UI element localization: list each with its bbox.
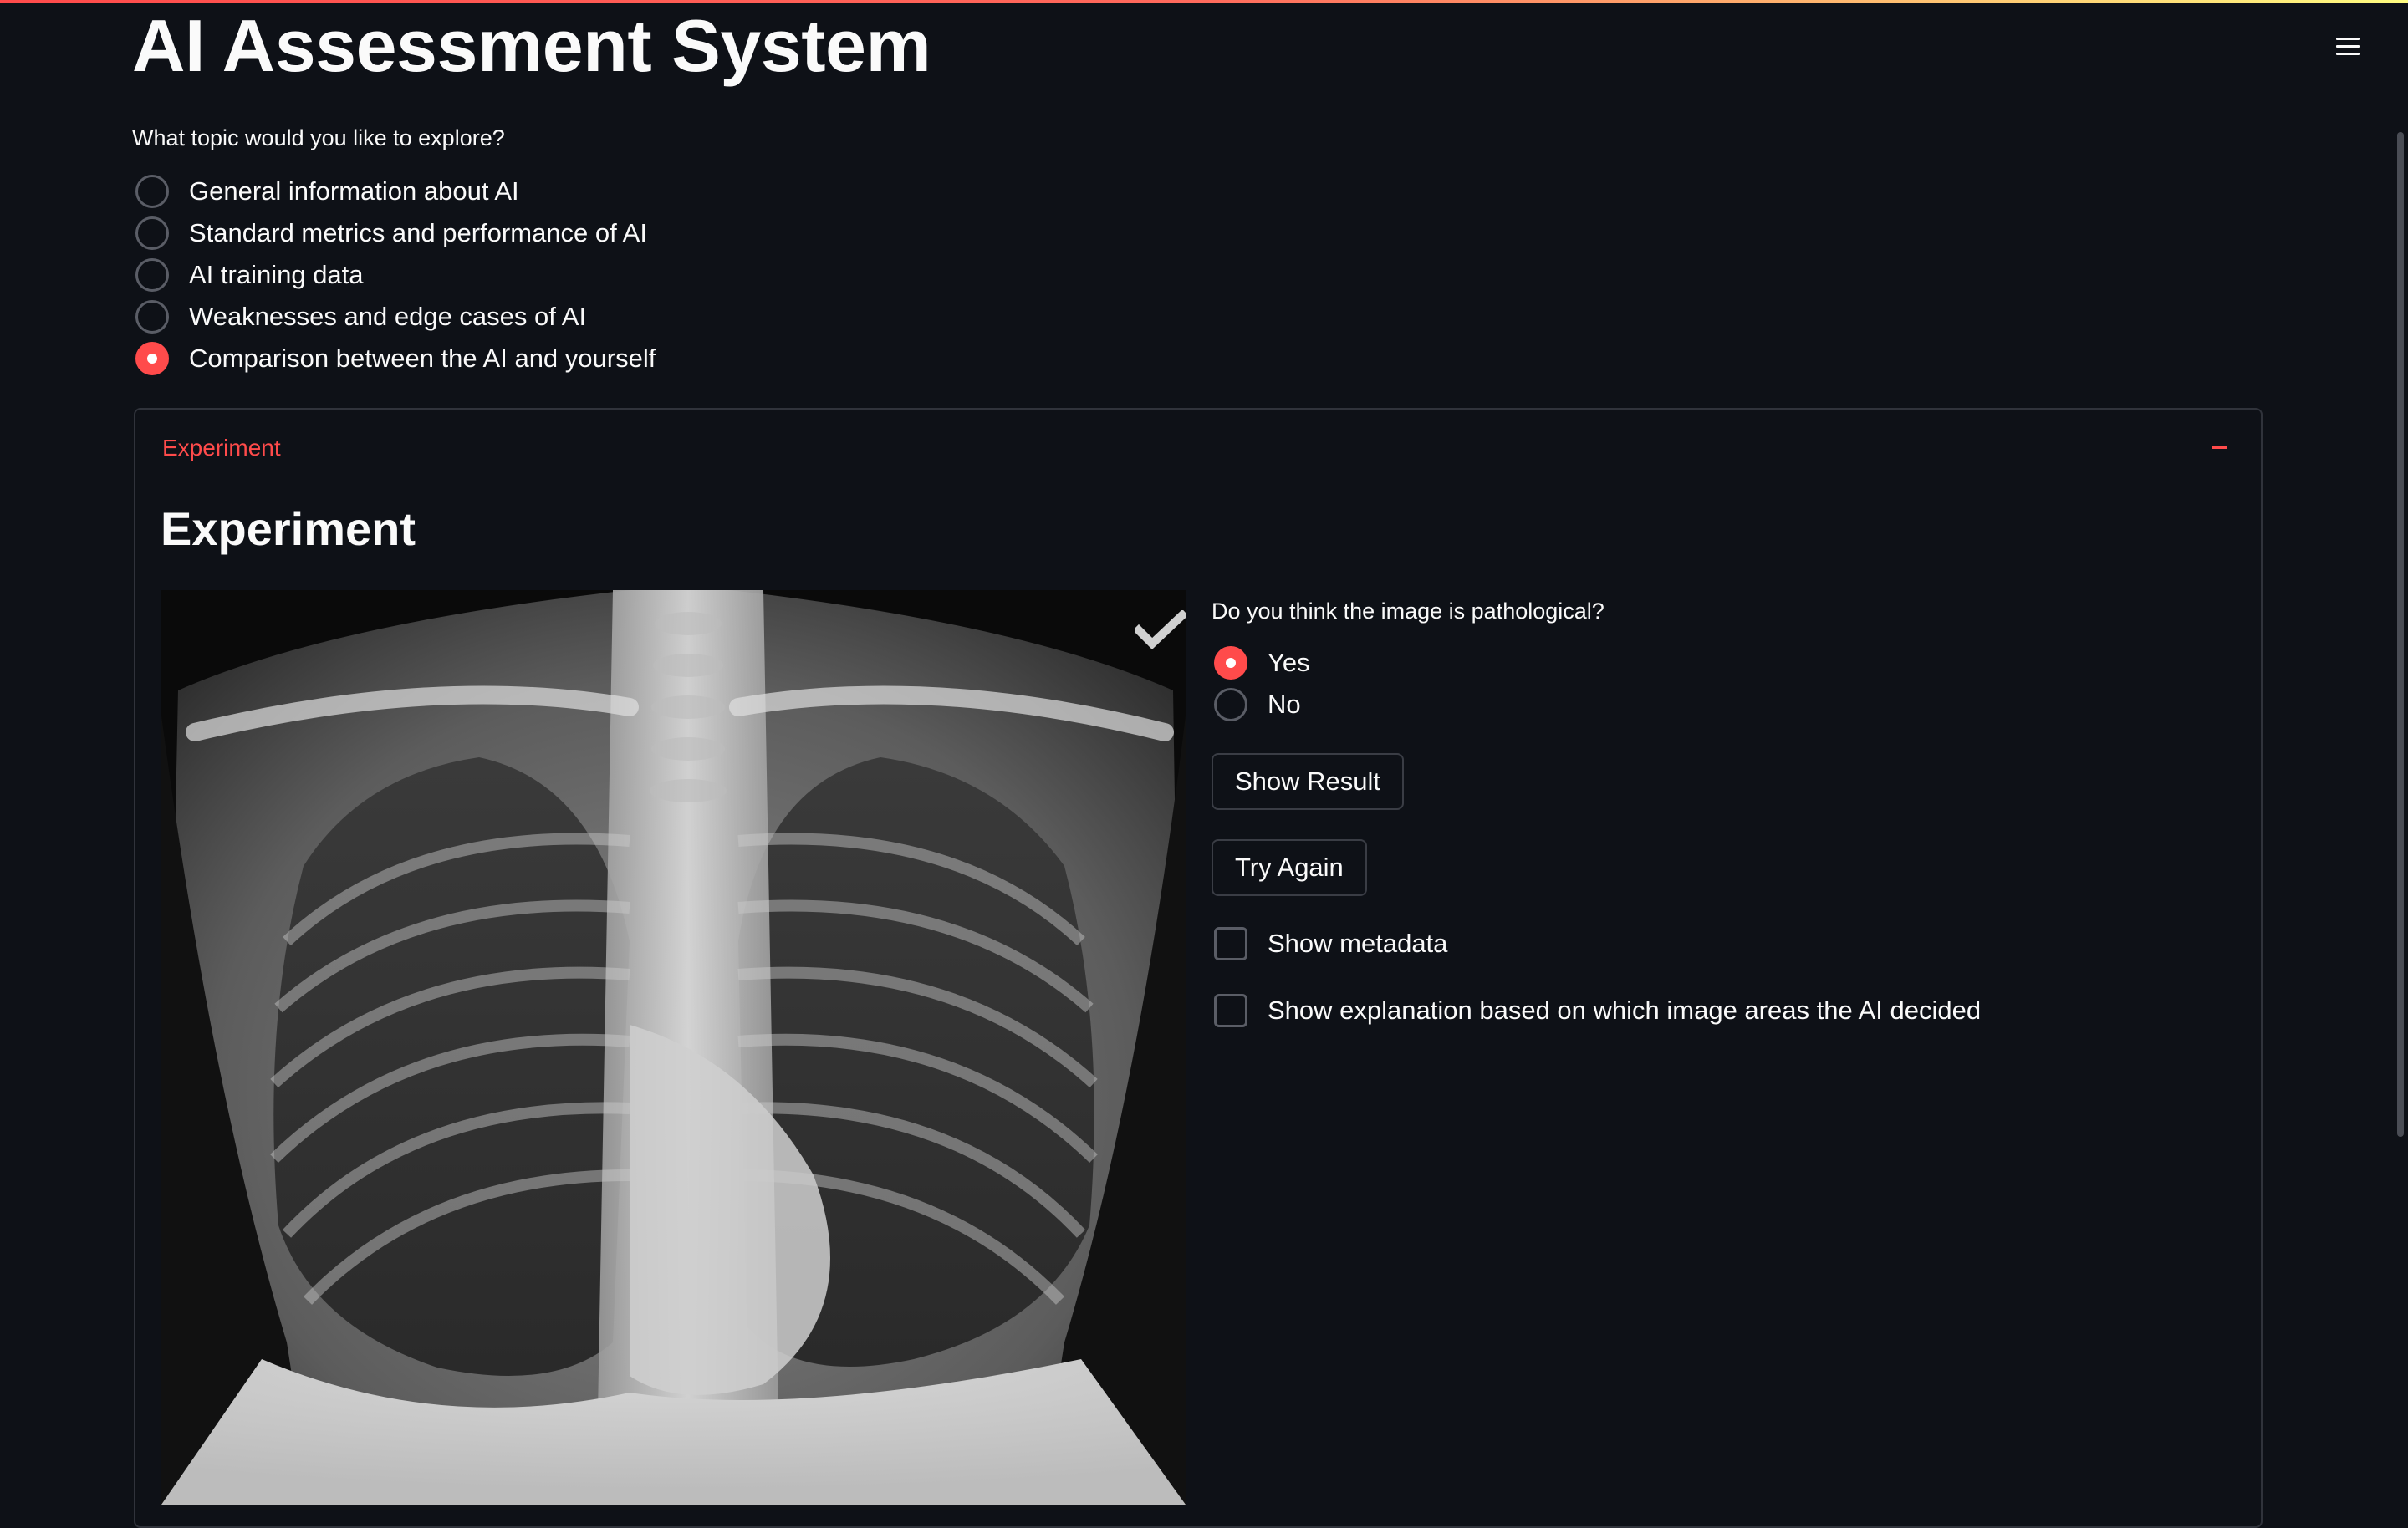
show-result-button[interactable]: Show Result xyxy=(1212,753,1405,810)
expander-header[interactable]: Experiment xyxy=(135,410,2261,488)
radio-option-label: No xyxy=(1268,690,1301,719)
minus-icon[interactable] xyxy=(2212,446,2227,449)
topic-option-metrics[interactable]: Standard metrics and performance of AI xyxy=(135,212,656,254)
radio-button-selected-icon[interactable] xyxy=(1214,646,1247,680)
page-title: AI Assessment System xyxy=(132,4,931,87)
radio-option-label: Yes xyxy=(1268,648,1310,677)
topic-question-label: What topic would you like to explore? xyxy=(132,125,505,150)
chest-xray-drawing xyxy=(161,590,1186,1505)
checkbox-icon[interactable] xyxy=(1214,994,1247,1027)
radio-button-icon[interactable] xyxy=(135,300,169,334)
pathology-question-label: Do you think the image is pathological? xyxy=(1212,598,1604,624)
topic-radio-group: General information about AI Standard me… xyxy=(135,171,656,379)
show-metadata-checkbox[interactable]: Show metadata xyxy=(1214,927,1447,960)
experiment-heading: Experiment xyxy=(161,502,416,555)
radio-option-label: Comparison between the AI and yourself xyxy=(189,344,656,373)
radio-button-icon[interactable] xyxy=(135,216,169,250)
hamburger-line-icon xyxy=(2336,38,2360,40)
topic-option-training-data[interactable]: AI training data xyxy=(135,254,656,296)
radio-option-label: General information about AI xyxy=(189,176,519,206)
radio-button-selected-icon[interactable] xyxy=(135,342,169,375)
hamburger-line-icon xyxy=(2336,45,2360,48)
try-again-button[interactable]: Try Again xyxy=(1212,839,1367,896)
topic-option-comparison[interactable]: Comparison between the AI and yourself xyxy=(135,338,656,379)
checkbox-icon[interactable] xyxy=(1214,927,1247,960)
show-explanation-checkbox[interactable]: Show explanation based on which image ar… xyxy=(1214,994,1981,1027)
checkmark-icon xyxy=(1135,610,1186,649)
answer-option-yes[interactable]: Yes xyxy=(1214,642,1310,684)
hamburger-line-icon xyxy=(2336,53,2360,55)
radio-button-icon[interactable] xyxy=(135,175,169,208)
expander-label: Experiment xyxy=(162,435,281,461)
checkbox-label: Show explanation based on which image ar… xyxy=(1268,996,1982,1025)
scrollbar-thumb[interactable] xyxy=(2397,132,2404,1137)
radio-option-label: Standard metrics and performance of AI xyxy=(189,218,647,247)
pathology-radio-group: Yes No xyxy=(1214,642,1310,726)
chest-xray-image xyxy=(161,590,1186,1505)
topic-option-weaknesses[interactable]: Weaknesses and edge cases of AI xyxy=(135,296,656,338)
topic-option-general[interactable]: General information about AI xyxy=(135,171,656,212)
answer-option-no[interactable]: No xyxy=(1214,684,1310,726)
checkbox-label: Show metadata xyxy=(1268,929,1448,958)
main-menu-button[interactable] xyxy=(2331,32,2365,62)
radio-option-label: Weaknesses and edge cases of AI xyxy=(189,302,587,331)
radio-button-icon[interactable] xyxy=(1214,688,1247,721)
radio-button-icon[interactable] xyxy=(135,258,169,292)
radio-option-label: AI training data xyxy=(189,260,364,289)
